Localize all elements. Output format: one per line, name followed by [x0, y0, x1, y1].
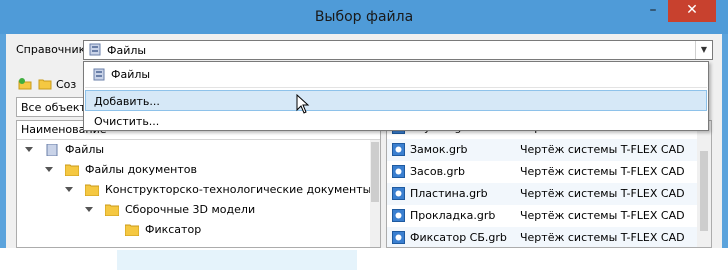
add-folder-icon[interactable] — [18, 77, 32, 91]
close-button[interactable]: ✕ — [668, 0, 716, 22]
dropdown-item-clear[interactable]: Очистить... — [85, 111, 707, 132]
minimize-button[interactable]: – — [640, 0, 666, 22]
file-type: Чертёж системы T-FLEX CAD — [520, 187, 685, 200]
reference-value: Файлы — [107, 44, 147, 57]
reference-label: Справочник — [16, 43, 86, 56]
grb-file-icon — [392, 231, 405, 244]
grb-file-icon — [392, 143, 405, 156]
file-list[interactable]: Втулка.grb Чертёж системы T-FLEX CAD Зам… — [386, 120, 712, 248]
tree-node[interactable]: Сборочные 3D модели — [17, 200, 357, 220]
chevron-down-icon[interactable]: ▼ — [695, 41, 712, 59]
dropdown-separator — [85, 87, 707, 88]
tree-node-label: Фиксатор — [145, 223, 202, 236]
title-bar[interactable]: Выбор файла – ✕ — [0, 0, 728, 34]
dropdown-item-label: Очистить... — [94, 115, 160, 128]
scrollbar-thumb[interactable] — [371, 142, 379, 202]
file-name: Прокладка.grb — [410, 209, 496, 222]
expand-icon[interactable] — [65, 187, 73, 192]
file-row[interactable]: Пластина.grb Чертёж системы T-FLEX CAD — [387, 183, 697, 205]
file-type: Чертёж системы T-FLEX CAD — [520, 165, 685, 178]
scrollbar-thumb[interactable] — [700, 151, 708, 231]
tree-node-label: Файлы — [65, 143, 105, 156]
folder-icon[interactable] — [38, 77, 52, 91]
library-icon — [89, 43, 101, 56]
reference-combobox[interactable]: Файлы ▼ — [83, 40, 713, 60]
folder-tree[interactable]: Наименование Файлы Файлы документов Конс… — [16, 120, 381, 270]
folder-icon — [65, 164, 79, 176]
tree-node-selected[interactable]: Фиксатор — [17, 220, 357, 240]
tree-node-label: Сборочные 3D модели — [125, 203, 256, 216]
file-row[interactable]: Замок.grb Чертёж системы T-FLEX CAD — [387, 139, 697, 161]
tree-node[interactable]: Файлы — [17, 140, 357, 160]
tree-node[interactable]: Файлы документов — [17, 160, 357, 180]
expand-icon[interactable] — [45, 167, 53, 172]
folder-icon — [125, 224, 139, 236]
folder-icon — [85, 184, 99, 196]
filter-value: Все объекть — [21, 101, 93, 114]
folder-icon — [105, 204, 119, 216]
grb-file-icon — [392, 187, 405, 200]
file-name: Пластина.grb — [410, 187, 488, 200]
tree-node-label: Конструкторско-технологические документы — [105, 183, 372, 196]
file-type: Чертёж системы T-FLEX CAD — [520, 209, 685, 222]
file-name: Засов.grb — [410, 165, 466, 178]
expand-icon[interactable] — [25, 147, 33, 152]
file-row[interactable]: Прокладка.grb Чертёж системы T-FLEX CAD — [387, 205, 697, 227]
tree-scrollbar[interactable] — [370, 140, 380, 247]
file-name: Фиксатор СБ.grb — [410, 231, 507, 244]
library-icon — [93, 68, 105, 81]
file-name: Замок.grb — [410, 143, 468, 156]
file-row[interactable]: Фиксатор СБ.grb Чертёж системы T-FLEX CA… — [387, 227, 697, 247]
file-list-scrollbar[interactable] — [697, 121, 711, 247]
file-type: Чертёж системы T-FLEX CAD — [520, 231, 685, 244]
file-row[interactable]: Засов.grb Чертёж системы T-FLEX CAD — [387, 161, 697, 183]
tree-node-label: Файлы документов — [85, 163, 197, 176]
dropdown-item-files[interactable]: Файлы — [85, 64, 707, 85]
file-type: Чертёж системы T-FLEX CAD — [520, 143, 685, 156]
expand-icon[interactable] — [85, 207, 93, 212]
file-dialog-window: Выбор файла – ✕ Справочник Файлы ▼ Соз В… — [0, 0, 728, 270]
dropdown-item-add[interactable]: Добавить... — [85, 90, 707, 111]
tree-node[interactable]: Конструкторско-технологические документы — [17, 180, 371, 200]
mouse-cursor-icon — [296, 94, 310, 114]
reference-dropdown-menu: Файлы Добавить... Очистить... — [83, 61, 709, 131]
create-button-label[interactable]: Соз — [56, 78, 76, 91]
grb-file-icon — [392, 165, 405, 178]
window-title: Выбор файла — [314, 9, 414, 25]
grb-file-icon — [392, 209, 405, 222]
tree-selection-highlight — [117, 250, 357, 270]
dropdown-item-label: Файлы — [111, 68, 151, 81]
library-icon — [46, 144, 58, 156]
dropdown-item-label: Добавить... — [94, 95, 160, 108]
